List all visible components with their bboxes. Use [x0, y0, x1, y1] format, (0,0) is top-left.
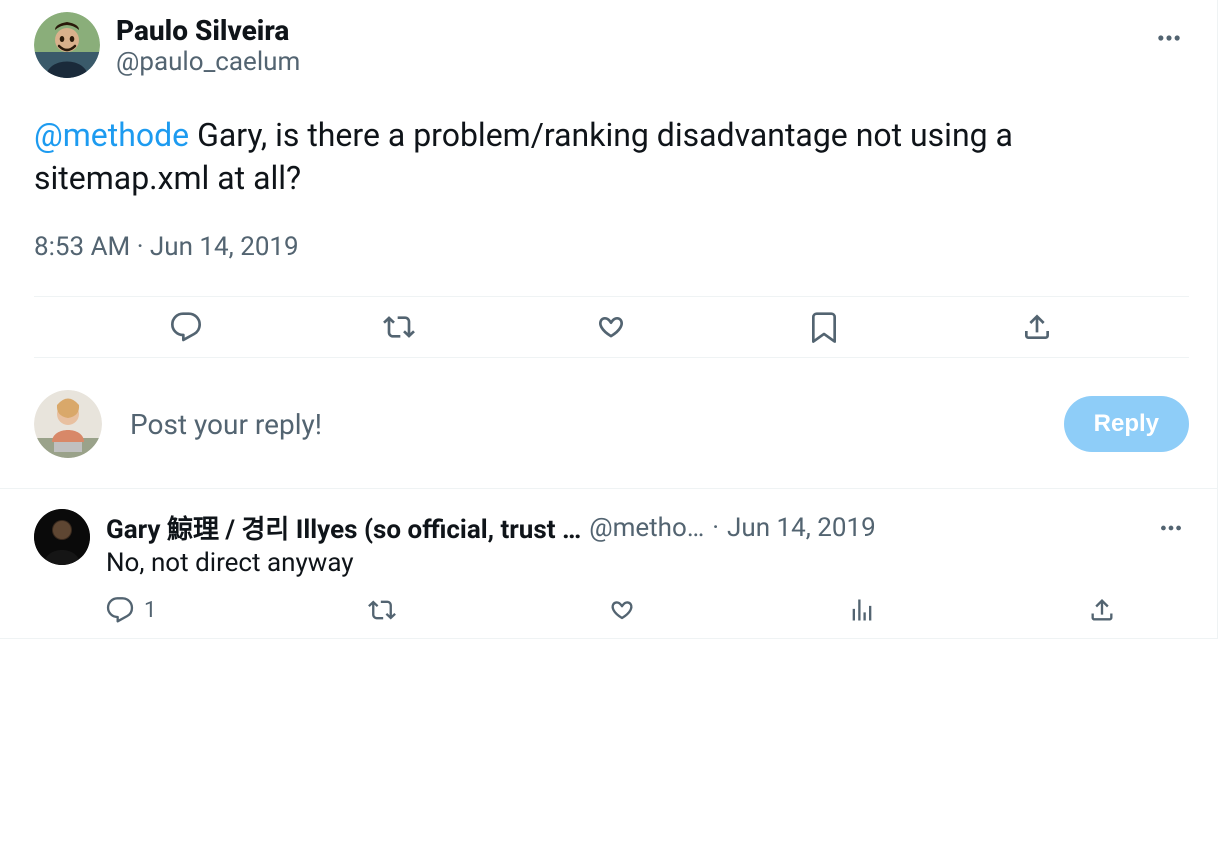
- reply-more-button[interactable]: [1153, 510, 1189, 546]
- tweet-actions-bar: [34, 296, 1189, 358]
- share-icon: [1088, 596, 1116, 624]
- reply-retweet-button[interactable]: [368, 596, 396, 624]
- reply-text: No, not direct anyway: [106, 548, 1189, 578]
- reply-icon: [170, 311, 202, 343]
- separator-dot: ·: [712, 513, 719, 543]
- bookmark-button[interactable]: [808, 311, 840, 343]
- reply-reply-button[interactable]: 1: [106, 596, 156, 624]
- reply-compose-bar: Post your reply! Reply: [0, 364, 1217, 489]
- analytics-icon: [848, 596, 876, 624]
- tweet-text: @methode Gary, is there a problem/rankin…: [34, 114, 1189, 200]
- reply-author-handle[interactable]: @metho…: [589, 513, 704, 543]
- more-button[interactable]: [1149, 18, 1189, 58]
- share-icon: [1021, 311, 1053, 343]
- retweet-icon: [383, 311, 415, 343]
- reply-author-name[interactable]: Gary 鯨理 / 경리 Illyes (so official, trust …: [106, 509, 581, 546]
- heart-icon: [595, 311, 627, 343]
- current-user-avatar[interactable]: [34, 390, 102, 458]
- mention-link[interactable]: @methode: [34, 116, 189, 154]
- tweet-timestamp[interactable]: 8:53 AM · Jun 14, 2019: [34, 232, 1189, 262]
- author-avatar[interactable]: [34, 12, 100, 78]
- reply-analytics-button[interactable]: [848, 596, 876, 624]
- like-button[interactable]: [595, 311, 627, 343]
- reply-date[interactable]: Jun 14, 2019: [727, 513, 876, 543]
- retweet-icon: [368, 596, 396, 624]
- reply-tweet[interactable]: Gary 鯨理 / 경리 Illyes (so official, trust …: [0, 489, 1217, 639]
- reply-share-button[interactable]: [1088, 596, 1116, 624]
- reply-input[interactable]: Post your reply!: [130, 408, 1036, 441]
- reply-icon: [106, 596, 134, 624]
- reply-submit-button[interactable]: Reply: [1064, 396, 1189, 452]
- retweet-button[interactable]: [383, 311, 415, 343]
- main-tweet: Paulo Silveira @paulo_caelum @methode Ga…: [0, 0, 1217, 364]
- author-handle[interactable]: @paulo_caelum: [116, 47, 300, 77]
- reply-button[interactable]: [170, 311, 202, 343]
- reply-count: 1: [144, 598, 156, 623]
- more-icon: [1155, 24, 1183, 52]
- reply-like-button[interactable]: [608, 596, 636, 624]
- more-icon: [1158, 515, 1184, 541]
- author-display-name[interactable]: Paulo Silveira: [116, 14, 300, 47]
- reply-author-avatar[interactable]: [34, 509, 90, 565]
- reply-actions-bar: 1: [106, 596, 1116, 624]
- heart-icon: [608, 596, 636, 624]
- bookmark-icon: [808, 311, 840, 343]
- share-button[interactable]: [1021, 311, 1053, 343]
